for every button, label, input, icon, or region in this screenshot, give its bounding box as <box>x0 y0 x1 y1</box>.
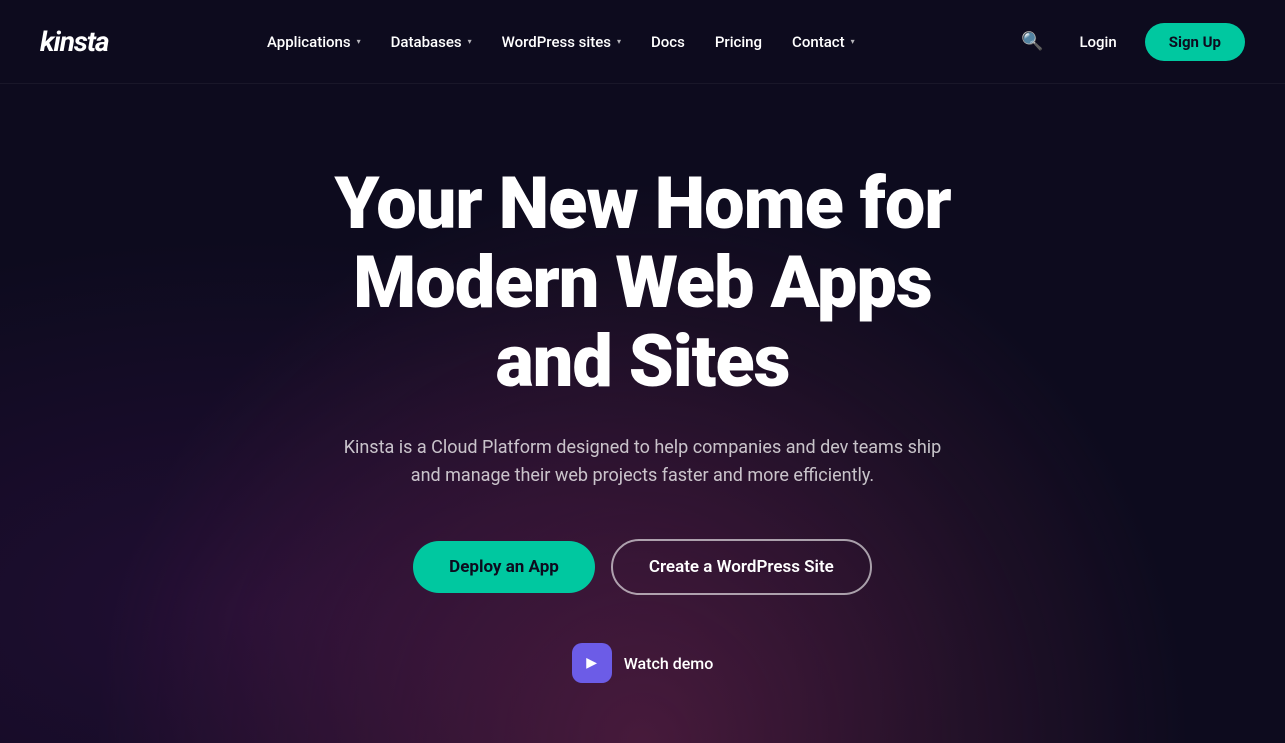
nav-links: Applications ▾ Databases ▾ WordPress sit… <box>255 25 867 59</box>
nav-wordpress-label: WordPress sites <box>502 33 611 51</box>
watch-demo-link[interactable]: ▶ Watch demo <box>572 643 714 683</box>
hero-section: Your New Home for Modern Web Apps and Si… <box>0 84 1285 743</box>
signup-button[interactable]: Sign Up <box>1145 23 1245 61</box>
nav-item-contact[interactable]: Contact ▾ <box>780 25 867 59</box>
nav-databases-label: Databases <box>391 33 462 51</box>
nav-contact-label: Contact <box>792 33 845 51</box>
nav-item-databases[interactable]: Databases ▾ <box>379 25 484 59</box>
logo-text: kinsta <box>40 25 109 58</box>
nav-item-applications[interactable]: Applications ▾ <box>255 25 373 59</box>
wordpress-chevron-icon: ▾ <box>617 37 621 46</box>
nav-item-wordpress[interactable]: WordPress sites ▾ <box>490 25 633 59</box>
applications-chevron-icon: ▾ <box>357 37 361 46</box>
search-icon: 🔍 <box>1021 31 1043 52</box>
create-wordpress-button[interactable]: Create a WordPress Site <box>611 539 872 595</box>
nav-docs-label: Docs <box>651 33 685 51</box>
contact-chevron-icon: ▾ <box>851 37 855 46</box>
nav-applications-label: Applications <box>267 33 351 51</box>
logo[interactable]: kinsta <box>40 25 109 58</box>
databases-chevron-icon: ▾ <box>468 37 472 46</box>
nav-item-docs[interactable]: Docs <box>639 25 697 59</box>
search-button[interactable]: 🔍 <box>1013 23 1051 60</box>
hero-buttons: Deploy an App Create a WordPress Site <box>413 539 872 595</box>
login-button[interactable]: Login <box>1067 25 1128 59</box>
main-nav: kinsta Applications ▾ Databases ▾ WordPr… <box>0 0 1285 84</box>
nav-item-pricing[interactable]: Pricing <box>703 25 774 59</box>
hero-subtitle: Kinsta is a Cloud Platform designed to h… <box>333 434 953 492</box>
nav-actions: 🔍 Login Sign Up <box>1013 23 1245 61</box>
watch-demo-text: Watch demo <box>624 654 714 673</box>
nav-pricing-label: Pricing <box>715 33 762 51</box>
deploy-app-button[interactable]: Deploy an App <box>413 541 595 593</box>
hero-title: Your New Home for Modern Web Apps and Si… <box>293 164 993 402</box>
play-icon: ▶ <box>572 643 612 683</box>
